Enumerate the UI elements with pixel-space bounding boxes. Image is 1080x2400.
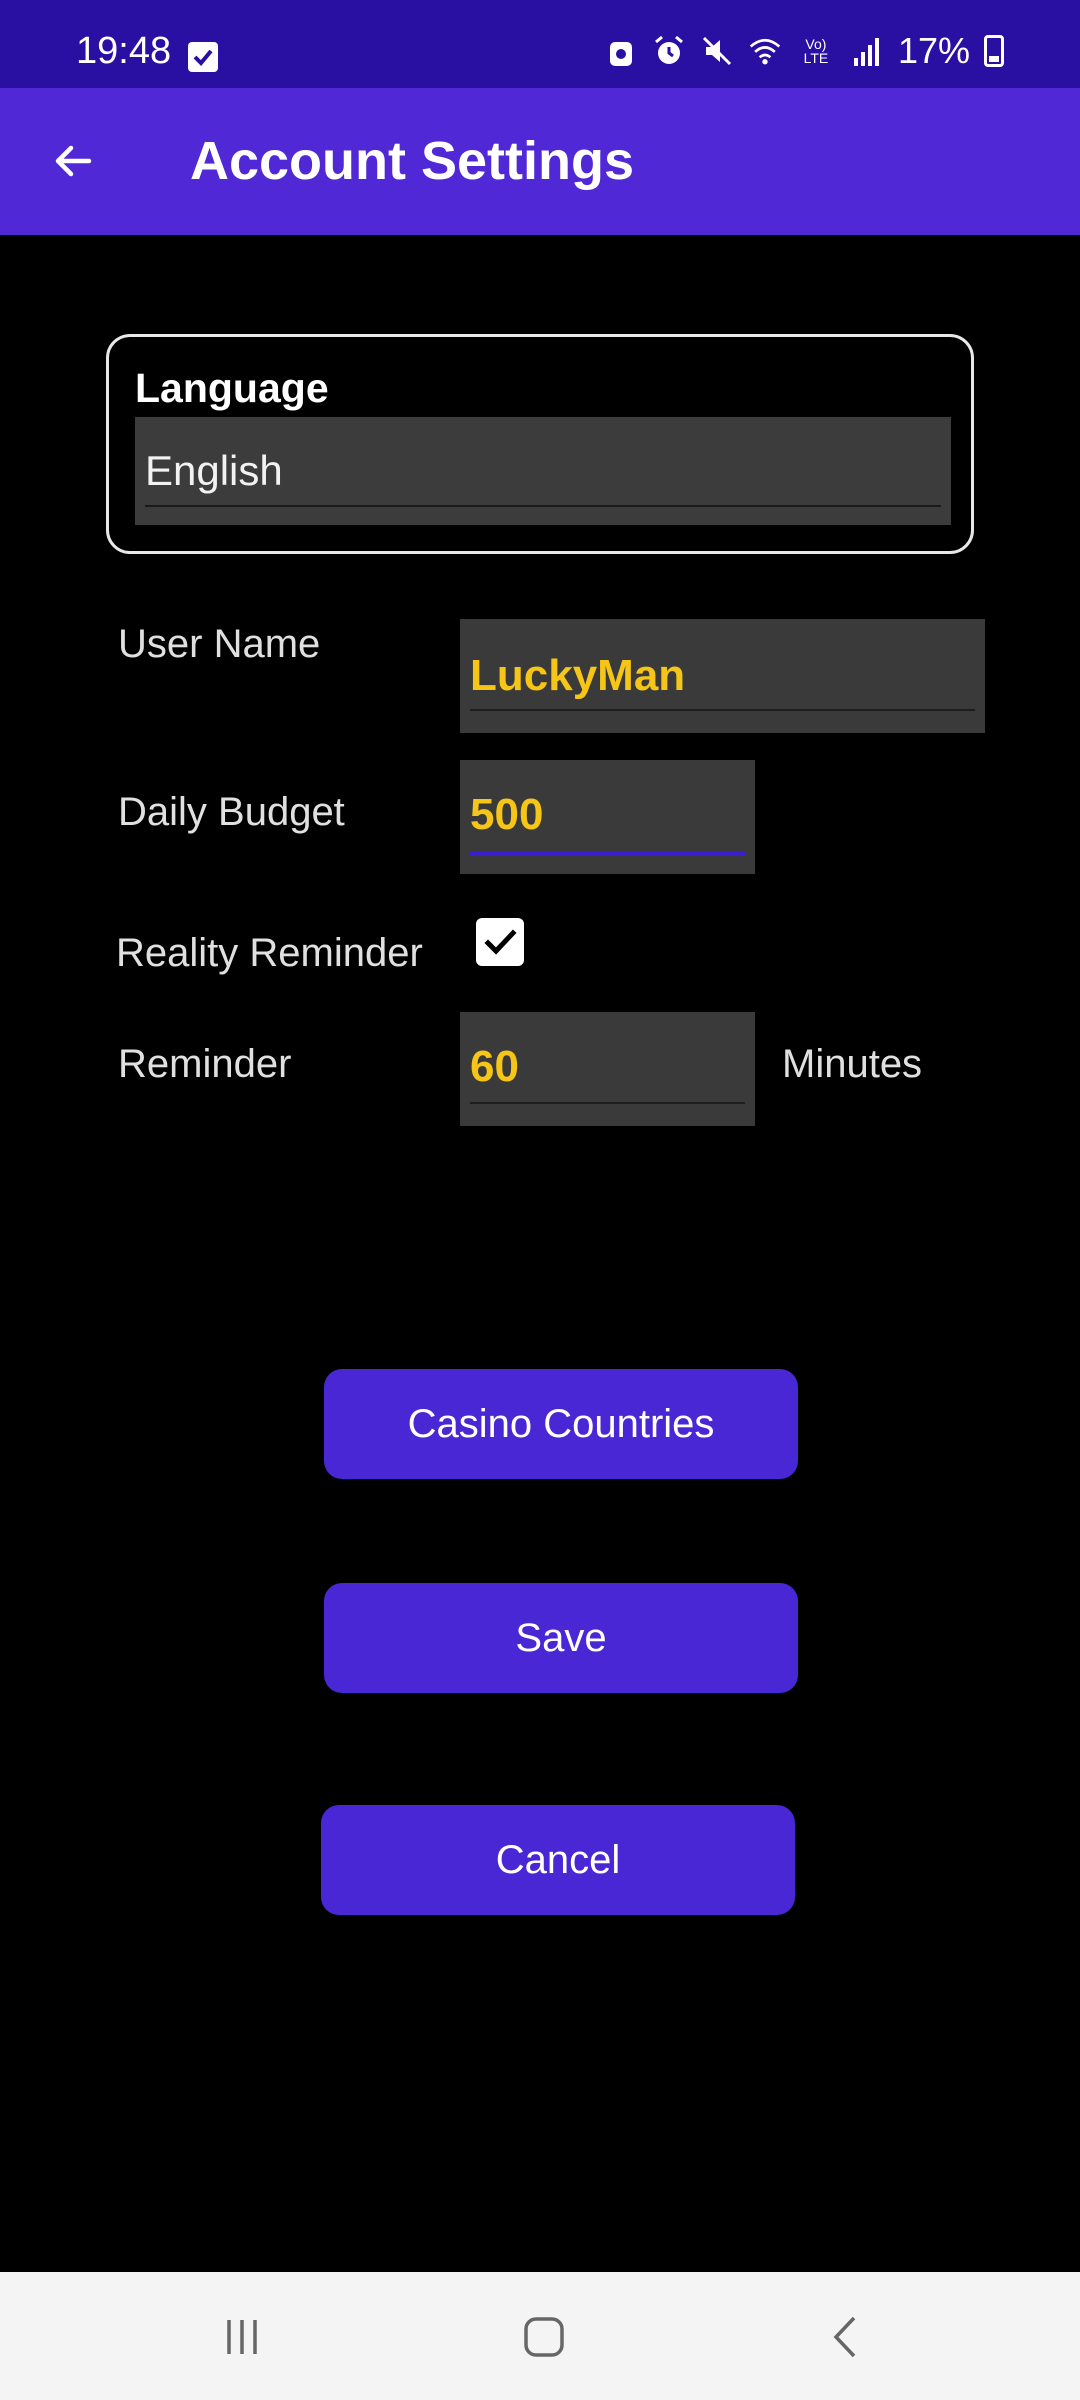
volte-label: Vo) LTE [803, 36, 829, 66]
signal-icon [850, 34, 884, 68]
casino-countries-button[interactable]: Casino Countries [324, 1369, 798, 1479]
back-icon[interactable] [812, 2302, 882, 2372]
reality-reminder-label: Reality Reminder [116, 931, 423, 975]
reminder-value: 60 [470, 1042, 519, 1091]
page-title: Account Settings [190, 131, 635, 191]
battery-icon [984, 35, 1004, 67]
daily-budget-underline [470, 851, 745, 856]
language-underline [145, 505, 941, 507]
home-icon[interactable] [509, 2302, 579, 2372]
daily-budget-input[interactable]: 500 [460, 760, 755, 874]
language-value: English [145, 447, 283, 494]
android-icon [604, 34, 638, 68]
save-button[interactable]: Save [324, 1583, 798, 1693]
battery-percent: 17% [897, 30, 970, 71]
user-name-input[interactable]: LuckyMan [460, 619, 985, 733]
alarm-icon [652, 34, 686, 68]
system-nav-bar [0, 2272, 1080, 2400]
status-time: 19:48 [76, 30, 172, 72]
language-picker[interactable]: English [135, 417, 951, 525]
daily-budget-label: Daily Budget [118, 790, 345, 834]
back-button[interactable] [40, 128, 106, 194]
reality-reminder-checkbox[interactable] [476, 918, 524, 966]
user-name-value: LuckyMan [470, 651, 686, 700]
reminder-underline [470, 1102, 745, 1104]
status-bar: 19:48 Vo) LTE 17% [0, 0, 1080, 88]
language-label: Language [135, 365, 329, 411]
app-bar: Account Settings [0, 88, 1080, 235]
volte-icon: Vo) LTE [796, 34, 836, 68]
language-card: Language English [106, 334, 974, 554]
status-icons: Vo) LTE 17% [604, 30, 1004, 72]
cancel-button[interactable]: Cancel [321, 1805, 795, 1915]
arrow-left-icon [55, 145, 92, 177]
recents-icon[interactable] [207, 2302, 277, 2372]
reminder-label: Reminder [118, 1042, 292, 1086]
wifi-icon [748, 34, 782, 68]
user-name-label: User Name [118, 622, 321, 666]
daily-budget-value: 500 [470, 790, 544, 839]
reminder-input[interactable]: 60 [460, 1012, 755, 1126]
checkmark-icon [484, 929, 517, 955]
user-name-underline [470, 709, 975, 711]
checkbox-notification-icon [188, 42, 218, 72]
mute-icon [700, 34, 734, 68]
reminder-unit: Minutes [782, 1042, 923, 1086]
